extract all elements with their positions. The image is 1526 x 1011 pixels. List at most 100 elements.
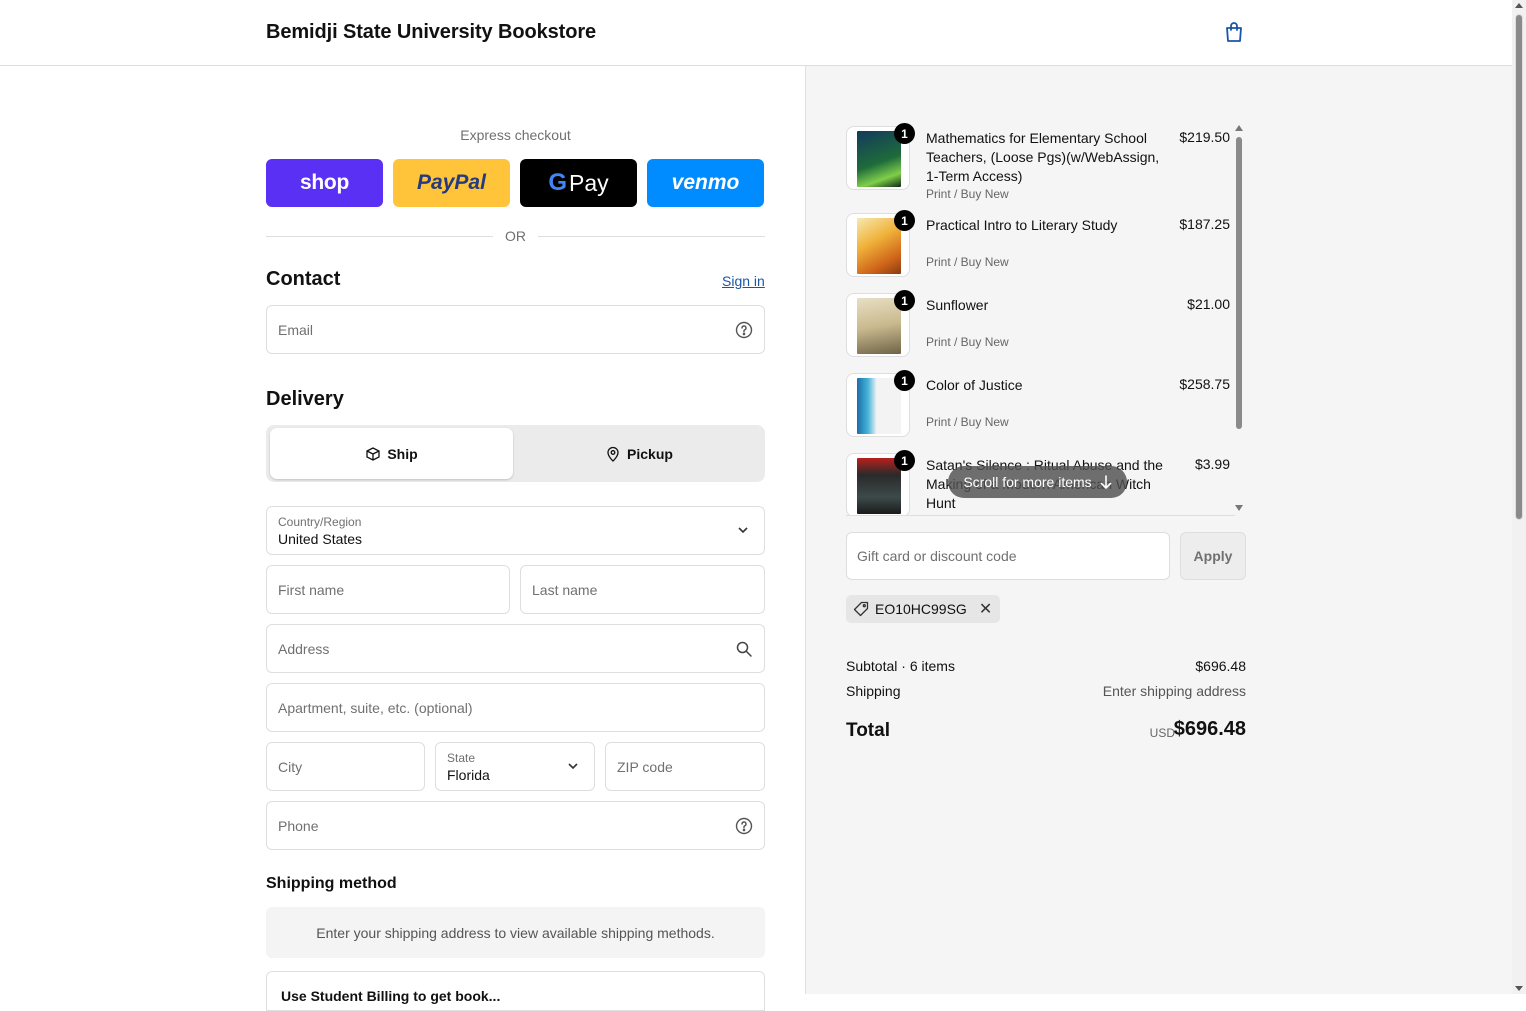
apply-discount-button[interactable]: Apply — [1180, 532, 1246, 580]
box-icon — [366, 446, 380, 461]
item-name: Mathematics for Elementary School Teache… — [926, 130, 1160, 184]
pickup-label: Pickup — [627, 445, 673, 462]
item-price: $21.00 — [1187, 296, 1230, 312]
state-label: State — [447, 751, 476, 765]
item-variant: Print / Buy New — [926, 187, 1009, 201]
store-title[interactable]: Bemidji State University Bookstore — [266, 21, 596, 44]
subtotal-value: $696.48 — [1195, 658, 1246, 674]
shop-pay-logo: shop — [300, 171, 349, 194]
item-variant: Print / Buy New — [926, 255, 1009, 269]
help-circle-icon[interactable] — [735, 817, 753, 835]
shipping-method-heading: Shipping method — [266, 875, 397, 892]
ship-label: Ship — [387, 445, 418, 462]
page-scrollbar[interactable] — [1512, 0, 1526, 994]
cart-items-divider — [846, 515, 1235, 516]
book-cover-image — [857, 378, 901, 434]
country-select[interactable]: Country/Region United States — [266, 506, 765, 555]
sign-in-link[interactable]: Sign in — [722, 273, 765, 289]
currency-code: USD — [1149, 726, 1175, 740]
item-name: Sunflower — [926, 297, 989, 313]
delivery-heading: Delivery — [266, 388, 344, 410]
ship-option[interactable]: Ship — [270, 428, 513, 479]
scroll-for-more-button[interactable]: Scroll for more items — [948, 466, 1127, 498]
phone-input[interactable] — [267, 802, 764, 849]
item-name: Color of Justice — [926, 377, 1023, 393]
item-variant: Print / Buy New — [926, 415, 1009, 429]
state-select[interactable]: State Florida — [435, 742, 595, 791]
book-cover-image — [857, 131, 901, 187]
paypal-button[interactable]: PayPal — [393, 159, 510, 207]
cart-scrollbar[interactable] — [1234, 123, 1244, 515]
total-value: $696.48 — [1173, 718, 1246, 740]
chevron-down-icon — [568, 763, 578, 770]
first-name-input[interactable] — [267, 566, 509, 613]
search-icon — [736, 641, 752, 657]
shop-pay-button[interactable]: shop — [266, 159, 383, 207]
pickup-option[interactable]: Pickup — [517, 428, 761, 479]
location-pin-icon — [607, 446, 619, 462]
city-field[interactable] — [266, 742, 425, 791]
subtotal-row: Subtotal · 6 items $696.48 — [846, 658, 1246, 674]
cart-items-list[interactable]: 1 Mathematics for Elementary School Teac… — [846, 123, 1246, 515]
total-label: Total — [846, 720, 890, 741]
shipping-label: Shipping — [846, 683, 901, 699]
arrow-down-icon — [1100, 475, 1111, 489]
tag-icon — [853, 601, 869, 617]
remove-discount-icon[interactable]: ✕ — [979, 599, 992, 619]
scroll-down-arrow-icon[interactable] — [1235, 505, 1243, 511]
shopping-bag-icon[interactable] — [1222, 20, 1246, 44]
quantity-badge: 1 — [894, 210, 915, 231]
venmo-logo: venmo — [671, 171, 740, 194]
email-input[interactable] — [267, 306, 764, 353]
google-pay-button[interactable]: G Pay — [520, 159, 637, 207]
student-billing-option[interactable]: Use Student Billing to get book... — [266, 971, 765, 1011]
last-name-field[interactable] — [520, 565, 765, 614]
item-variant: Print / Buy New — [926, 335, 1009, 349]
scroll-up-arrow-icon[interactable] — [1515, 3, 1523, 8]
country-value: United States — [278, 531, 363, 547]
google-g-icon: G — [548, 169, 568, 196]
express-checkout-label: Express checkout — [460, 127, 571, 143]
shipping-value: Enter shipping address — [1102, 683, 1246, 699]
address-input[interactable] — [267, 625, 764, 672]
item-name: Practical Intro to Literary Study — [926, 217, 1118, 233]
first-name-field[interactable] — [266, 565, 510, 614]
site-header: Bemidji State University Bookstore — [0, 0, 1512, 66]
book-cover-image — [857, 458, 901, 514]
delivery-method-toggle: Ship Pickup — [266, 425, 765, 482]
scroll-up-arrow-icon[interactable] — [1235, 125, 1243, 131]
zip-input[interactable] — [606, 743, 764, 790]
last-name-input[interactable] — [521, 566, 764, 613]
or-divider: OR — [266, 228, 765, 244]
scroll-down-arrow-icon[interactable] — [1515, 986, 1523, 991]
venmo-button[interactable]: venmo — [647, 159, 764, 207]
discount-code-value: EO10HC99SG — [875, 601, 967, 617]
item-price: $187.25 — [1179, 216, 1230, 232]
zip-field[interactable] — [605, 742, 765, 791]
item-price: $219.50 — [1179, 129, 1230, 145]
discount-code-field[interactable] — [846, 532, 1170, 580]
quantity-badge: 1 — [894, 123, 915, 144]
apartment-input[interactable] — [267, 684, 764, 731]
book-cover-image — [857, 218, 901, 274]
item-price: $3.99 — [1194, 456, 1230, 472]
discount-code-input[interactable] — [847, 533, 1169, 579]
quantity-badge: 1 — [894, 370, 915, 391]
or-label: OR — [505, 228, 526, 244]
contact-heading: Contact — [266, 268, 341, 290]
apartment-field[interactable] — [266, 683, 765, 732]
address-field[interactable] — [266, 624, 765, 673]
scroll-hint-label: Scroll for more items — [963, 474, 1092, 490]
google-pay-label: Pay — [569, 169, 609, 196]
page-scrollbar-thumb[interactable] — [1515, 14, 1523, 520]
help-circle-icon[interactable] — [735, 321, 753, 339]
shipping-method-note: Enter your shipping address to view avai… — [266, 907, 765, 958]
email-field[interactable] — [266, 305, 765, 354]
subtotal-label: Subtotal · 6 items — [846, 658, 955, 674]
state-value: Florida — [447, 767, 490, 783]
phone-field[interactable] — [266, 801, 765, 850]
cart-scrollbar-thumb[interactable] — [1236, 137, 1242, 429]
shipping-row: Shipping Enter shipping address — [846, 683, 1246, 699]
country-label: Country/Region — [278, 515, 362, 529]
city-input[interactable] — [267, 743, 424, 790]
